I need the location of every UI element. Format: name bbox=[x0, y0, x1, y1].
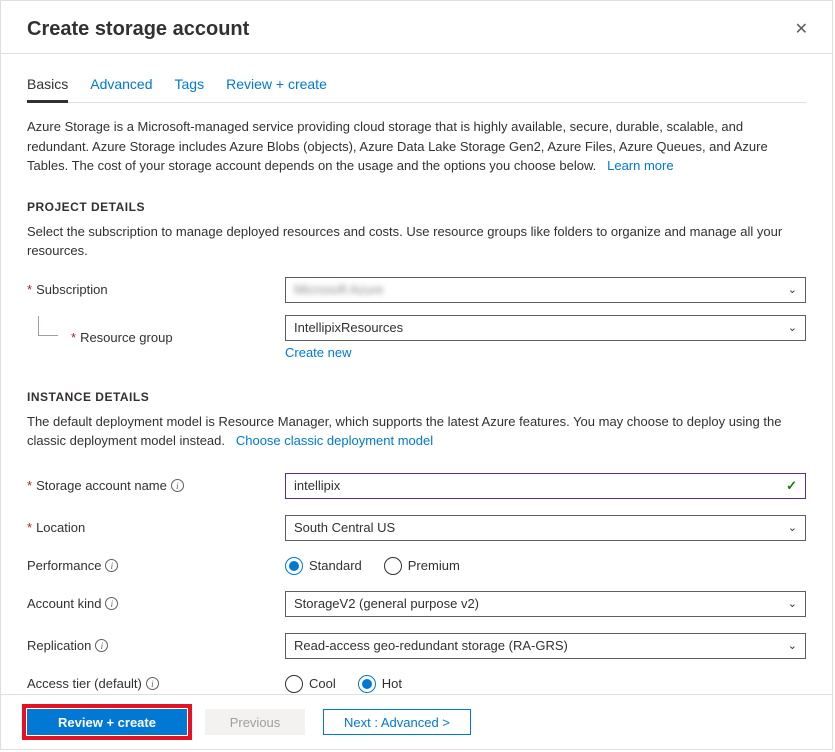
storage-name-value: intellipix bbox=[294, 478, 340, 493]
subscription-label: * Subscription bbox=[27, 282, 285, 297]
header-divider bbox=[1, 53, 832, 54]
replication-label: Replication i bbox=[27, 638, 285, 653]
performance-radio-group: Standard Premium bbox=[285, 557, 806, 575]
tab-advanced[interactable]: Advanced bbox=[90, 76, 152, 102]
chevron-down-icon: ⌄ bbox=[788, 321, 797, 334]
create-new-link[interactable]: Create new bbox=[285, 345, 351, 360]
performance-row: Performance i Standard Premium bbox=[27, 557, 806, 575]
required-star: * bbox=[27, 478, 32, 493]
instance-details-desc: The default deployment model is Resource… bbox=[27, 412, 806, 451]
storage-name-input[interactable]: intellipix ✓ bbox=[285, 473, 806, 499]
subscription-row: * Subscription Microsoft Azure ⌄ bbox=[27, 277, 806, 303]
resource-group-label: * Resource group bbox=[27, 330, 285, 345]
review-create-button[interactable]: Review + create bbox=[27, 709, 187, 735]
page-title: Create storage account bbox=[27, 18, 249, 41]
account-kind-select[interactable]: StorageV2 (general purpose v2) ⌄ bbox=[285, 591, 806, 617]
info-icon[interactable]: i bbox=[146, 677, 159, 690]
storage-name-label: * Storage account name i bbox=[27, 478, 285, 493]
indent-line-icon bbox=[38, 316, 58, 336]
account-kind-row: Account kind i StorageV2 (general purpos… bbox=[27, 591, 806, 617]
access-tier-label: Access tier (default) i bbox=[27, 676, 285, 691]
content-area: Basics Advanced Tags Review + create Azu… bbox=[1, 76, 832, 693]
project-details-heading: PROJECT DETAILS bbox=[27, 200, 806, 214]
required-star: * bbox=[27, 520, 32, 535]
location-select[interactable]: South Central US ⌄ bbox=[285, 515, 806, 541]
location-label: * Location bbox=[27, 520, 285, 535]
resource-group-value: IntellipixResources bbox=[294, 320, 403, 335]
panel-header: Create storage account ✕ bbox=[1, 1, 832, 53]
access-tier-hot-radio[interactable]: Hot bbox=[358, 675, 402, 693]
chevron-down-icon: ⌄ bbox=[788, 521, 797, 534]
info-icon[interactable]: i bbox=[171, 479, 184, 492]
choose-classic-link[interactable]: Choose classic deployment model bbox=[236, 433, 433, 448]
info-icon[interactable]: i bbox=[105, 559, 118, 572]
previous-button[interactable]: Previous bbox=[205, 709, 305, 735]
access-tier-radio-group: Cool Hot bbox=[285, 675, 806, 693]
chevron-down-icon: ⌄ bbox=[788, 283, 797, 296]
close-icon[interactable]: ✕ bbox=[791, 15, 812, 43]
performance-premium-radio[interactable]: Premium bbox=[384, 557, 460, 575]
location-row: * Location South Central US ⌄ bbox=[27, 515, 806, 541]
replication-row: Replication i Read-access geo-redundant … bbox=[27, 633, 806, 659]
performance-label: Performance i bbox=[27, 558, 285, 573]
info-icon[interactable]: i bbox=[95, 639, 108, 652]
chevron-down-icon: ⌄ bbox=[788, 597, 797, 610]
tab-bar: Basics Advanced Tags Review + create bbox=[27, 76, 806, 103]
intro-text: Azure Storage is a Microsoft-managed ser… bbox=[27, 117, 806, 176]
storage-name-row: * Storage account name i intellipix ✓ bbox=[27, 473, 806, 499]
required-star: * bbox=[27, 282, 32, 297]
tab-review[interactable]: Review + create bbox=[226, 76, 327, 102]
project-details-desc: Select the subscription to manage deploy… bbox=[27, 222, 806, 261]
instance-details-heading: INSTANCE DETAILS bbox=[27, 390, 806, 404]
tab-basics[interactable]: Basics bbox=[27, 76, 68, 103]
access-tier-cool-radio[interactable]: Cool bbox=[285, 675, 336, 693]
access-tier-row: Access tier (default) i Cool Hot bbox=[27, 675, 806, 693]
chevron-down-icon: ⌄ bbox=[788, 639, 797, 652]
subscription-value: Microsoft Azure bbox=[294, 282, 384, 297]
checkmark-icon: ✓ bbox=[786, 478, 797, 494]
resource-group-row: * Resource group IntellipixResources ⌄ C… bbox=[27, 315, 806, 360]
info-icon[interactable]: i bbox=[105, 597, 118, 610]
tab-tags[interactable]: Tags bbox=[175, 76, 205, 102]
create-storage-panel: Create storage account ✕ Basics Advanced… bbox=[0, 0, 833, 750]
replication-value: Read-access geo-redundant storage (RA-GR… bbox=[294, 638, 568, 653]
footer-bar: Review + create Previous Next : Advanced… bbox=[1, 694, 832, 749]
account-kind-label: Account kind i bbox=[27, 596, 285, 611]
replication-select[interactable]: Read-access geo-redundant storage (RA-GR… bbox=[285, 633, 806, 659]
next-button[interactable]: Next : Advanced > bbox=[323, 709, 471, 735]
location-value: South Central US bbox=[294, 520, 395, 535]
account-kind-value: StorageV2 (general purpose v2) bbox=[294, 596, 479, 611]
resource-group-select[interactable]: IntellipixResources ⌄ bbox=[285, 315, 806, 341]
performance-standard-radio[interactable]: Standard bbox=[285, 557, 362, 575]
subscription-select[interactable]: Microsoft Azure ⌄ bbox=[285, 277, 806, 303]
required-star: * bbox=[71, 330, 76, 345]
learn-more-link[interactable]: Learn more bbox=[607, 158, 673, 173]
